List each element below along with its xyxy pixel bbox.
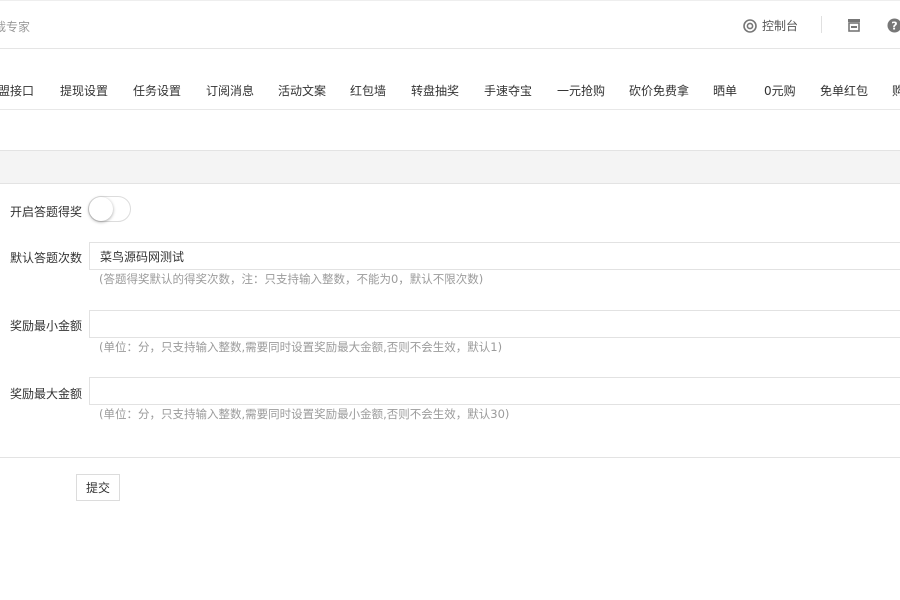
section-header — [0, 150, 900, 184]
brand-text: 裁专家 — [0, 20, 31, 34]
enable-quiz-label: 开启答题得奖 — [10, 205, 83, 219]
tab-subscribe-messages[interactable]: 订阅消息 — [206, 82, 254, 99]
target-icon — [743, 18, 757, 33]
enable-quiz-toggle[interactable] — [88, 196, 131, 222]
min-amount-label: 奖励最小金额 — [10, 319, 83, 333]
tab-redpacket-wall[interactable]: 红包墙 — [350, 82, 386, 99]
max-amount-help: (单位：分，只支持输入整数,需要同时设置奖励最小金额,否则不会生效，默认30) — [99, 407, 510, 421]
default-times-label: 默认答题次数 — [10, 251, 83, 265]
min-amount-input[interactable] — [89, 310, 900, 338]
console-label: 控制台 — [762, 19, 799, 33]
top-header: 裁专家 控制台 ? — [0, 0, 900, 49]
help-icon: ? — [887, 18, 900, 33]
tab-wheel-lottery[interactable]: 转盘抽奖 — [411, 82, 459, 99]
default-times-input[interactable] — [89, 242, 900, 270]
tab-task-settings[interactable]: 任务设置 — [133, 82, 181, 99]
form-divider — [0, 457, 900, 458]
tab-speed-treasure[interactable]: 手速夺宝 — [484, 82, 532, 99]
tab-free-order-redpacket[interactable]: 免单红包 — [820, 82, 868, 99]
submit-button[interactable]: 提交 — [76, 474, 120, 501]
tab-one-yuan-buy[interactable]: 一元抢购 — [557, 82, 605, 99]
tab-withdraw-settings[interactable]: 提现设置 — [60, 82, 108, 99]
max-amount-input[interactable] — [89, 377, 900, 405]
toggle-knob — [89, 197, 113, 221]
help-button[interactable]: ? — [887, 18, 900, 36]
store-icon — [848, 19, 860, 32]
settings-nav: 联盟接口 提现设置 任务设置 订阅消息 活动文案 红包墙 转盘抽奖 手速夺宝 一… — [0, 49, 900, 110]
tab-union-api[interactable]: 联盟接口 — [0, 82, 34, 99]
store-button[interactable] — [847, 18, 861, 35]
tab-activity-copy[interactable]: 活动文案 — [278, 82, 326, 99]
header-separator — [821, 16, 822, 33]
max-amount-label: 奖励最大金额 — [10, 387, 83, 401]
min-amount-help: (单位：分，只支持输入整数,需要同时设置奖励最大金额,否则不会生效，默认1) — [99, 340, 503, 354]
tab-show-order[interactable]: 晒单 — [713, 82, 737, 99]
tab-overflow[interactable]: 购 — [892, 82, 900, 99]
default-times-help: (答题得奖默认的得奖次数，注：只支持输入整数，不能为0，默认不限次数) — [99, 272, 484, 286]
console-link[interactable]: 控制台 — [743, 17, 798, 34]
svg-text:?: ? — [891, 20, 897, 33]
tab-zero-buy[interactable]: 0元购 — [764, 82, 796, 99]
tab-bargain-free[interactable]: 砍价免费拿 — [629, 82, 689, 99]
